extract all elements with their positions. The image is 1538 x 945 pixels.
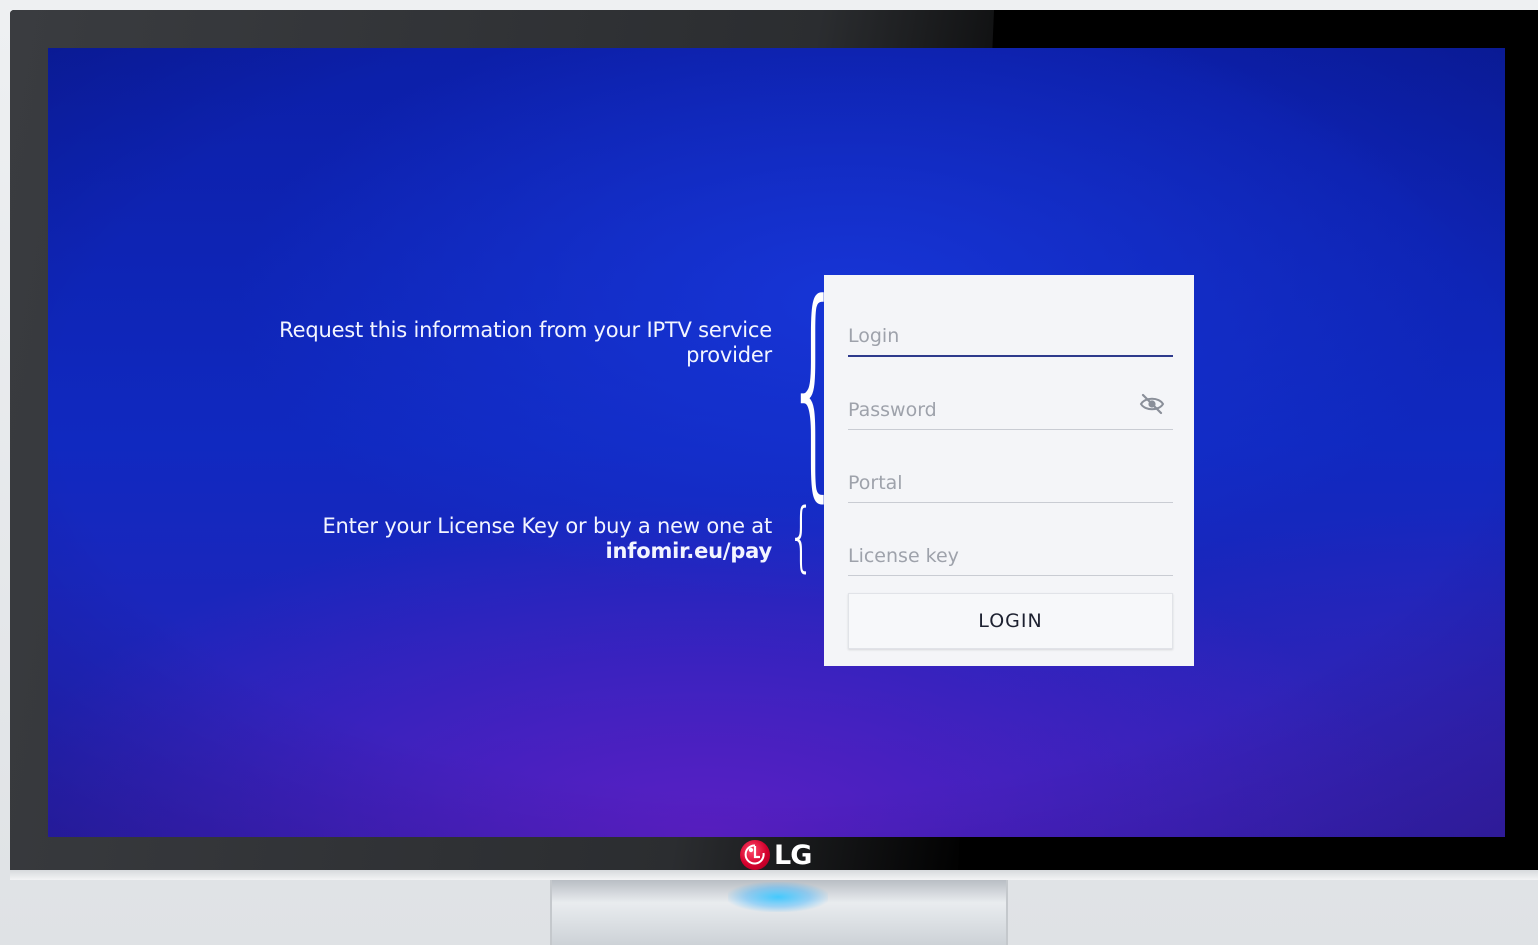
login-panel: LOGIN: [824, 275, 1194, 666]
power-indicator-light: [728, 882, 828, 912]
lg-face-icon: [740, 840, 770, 870]
password-field[interactable]: [848, 370, 1173, 430]
license-key-input[interactable]: [848, 545, 1128, 567]
tv-scene: Request this information from your IPTV …: [0, 0, 1538, 945]
portal-field[interactable]: [848, 443, 1173, 503]
license-key-field[interactable]: [848, 516, 1173, 576]
license-hint: Enter your License Key or buy a new one …: [212, 514, 772, 564]
eye-off-icon[interactable]: [1139, 393, 1165, 415]
license-purchase-link[interactable]: infomir.eu/pay: [212, 539, 773, 564]
credentials-hint-text: Request this information from your IPTV …: [279, 318, 772, 367]
lg-wordmark: LG: [774, 839, 812, 871]
login-button[interactable]: LOGIN: [848, 593, 1173, 649]
login-input[interactable]: [848, 325, 1128, 347]
tv-screen: Request this information from your IPTV …: [48, 48, 1505, 837]
license-brace: {: [788, 491, 815, 580]
license-hint-text: Enter your License Key or buy a new one …: [322, 514, 772, 538]
login-field[interactable]: [848, 297, 1173, 357]
lg-logo: LG: [740, 838, 812, 872]
credentials-hint: Request this information from your IPTV …: [212, 318, 772, 368]
password-input[interactable]: [848, 399, 1128, 421]
portal-input[interactable]: [848, 472, 1128, 494]
